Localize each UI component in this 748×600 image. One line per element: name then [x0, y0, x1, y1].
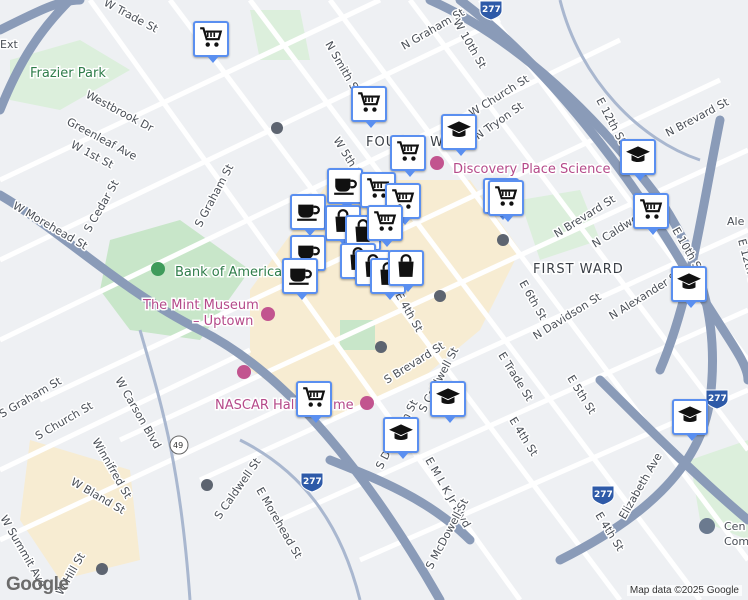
map-marker[interactable] — [193, 21, 229, 63]
park-label: Bank of America — [175, 265, 282, 280]
graduation-cap-icon — [435, 384, 461, 415]
edge-label: Cen — [724, 520, 745, 533]
transit-icon[interactable] — [271, 122, 283, 134]
map-marker[interactable] — [388, 250, 424, 292]
map-marker[interactable] — [488, 180, 524, 222]
poi-label: The Mint Museum — [142, 298, 259, 313]
svg-text:277: 277 — [303, 477, 322, 487]
map-marker[interactable] — [327, 168, 363, 210]
shopping-cart-icon — [638, 196, 664, 227]
transit-icon[interactable] — [497, 234, 509, 246]
shopping-bag-icon — [393, 253, 419, 284]
coffee-cup-icon — [295, 197, 321, 228]
svg-text:49: 49 — [173, 441, 183, 450]
map-marker[interactable] — [620, 139, 656, 181]
map-marker[interactable] — [671, 266, 707, 308]
poi-label: Discovery Place Science — [453, 162, 610, 177]
museum-icon[interactable] — [430, 156, 444, 170]
graduation-cap-icon — [446, 117, 472, 148]
shopping-cart-icon — [198, 24, 224, 55]
map-marker[interactable] — [430, 381, 466, 423]
poi-label: NASCAR Hall of Fame — [215, 398, 354, 413]
map-marker[interactable] — [282, 258, 318, 300]
svg-text:277: 277 — [594, 490, 613, 500]
map-marker[interactable] — [367, 205, 403, 247]
map-attribution[interactable]: Map data ©2025 Google — [626, 585, 742, 596]
poi-label: – Uptown — [193, 314, 253, 329]
map-marker[interactable] — [383, 417, 419, 459]
shopping-cart-icon — [372, 208, 398, 239]
svg-text:277: 277 — [708, 394, 727, 404]
shopping-cart-icon — [301, 384, 327, 415]
coffee-cup-icon — [332, 171, 358, 202]
transit-icon[interactable] — [375, 341, 387, 353]
route-shield: 49 — [169, 435, 189, 455]
graduation-cap-icon — [676, 269, 702, 300]
edge-label: Com — [724, 535, 748, 548]
museum-icon[interactable] — [360, 396, 374, 410]
museum-icon[interactable] — [261, 307, 275, 321]
museum-icon[interactable] — [237, 365, 251, 379]
neighborhood-label: FIRST WARD — [533, 262, 624, 277]
park-icon[interactable] — [151, 262, 165, 276]
shopping-cart-icon — [395, 138, 421, 169]
transit-icon[interactable] — [96, 563, 108, 575]
transit-icon[interactable] — [434, 290, 446, 302]
building-icon[interactable] — [699, 518, 715, 534]
map-marker[interactable] — [633, 193, 669, 235]
edge-label: Ale — [727, 215, 745, 228]
shopping-cart-icon — [356, 89, 382, 120]
graduation-cap-icon — [625, 142, 651, 173]
svg-text:277: 277 — [482, 5, 501, 15]
transit-icon[interactable] — [201, 479, 213, 491]
map-marker[interactable] — [672, 399, 708, 441]
map-marker[interactable] — [390, 135, 426, 177]
graduation-cap-icon — [677, 402, 703, 433]
edge-label: Ext — [0, 38, 18, 51]
map-marker[interactable] — [296, 381, 332, 423]
graduation-cap-icon — [388, 420, 414, 451]
park-label: Frazier Park — [30, 66, 106, 81]
map-marker[interactable] — [290, 194, 326, 236]
shopping-cart-icon — [493, 183, 519, 214]
coffee-cup-icon — [287, 261, 313, 292]
map-marker[interactable] — [351, 86, 387, 128]
map-marker[interactable] — [441, 114, 477, 156]
google-logo: Google — [6, 574, 69, 595]
